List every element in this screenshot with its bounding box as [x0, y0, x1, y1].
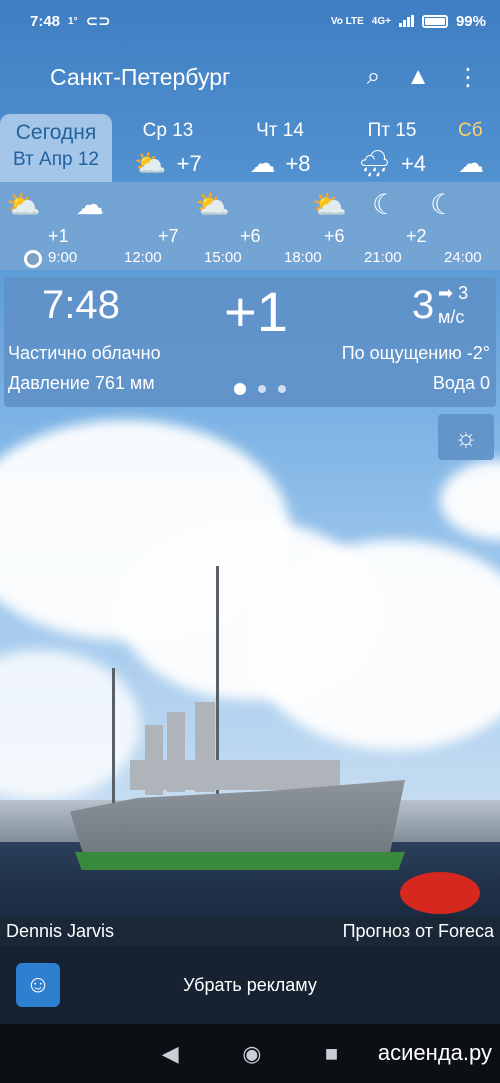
- back-icon[interactable]: ◀: [162, 1041, 179, 1067]
- sun-cloud-icon: ⛅: [312, 189, 347, 220]
- hour-time: 15:00: [204, 249, 242, 266]
- wind-gust: 3: [458, 283, 469, 303]
- app-bar: Санкт-Петербург ⌕ ▲ ⋮: [0, 42, 500, 112]
- rain-cloud-icon: 🌧: [357, 148, 391, 178]
- day-label: Сб: [458, 120, 483, 141]
- today-label: Сегодня: [15, 121, 97, 144]
- hourly-forecast[interactable]: ⛅ ☁ ⛅ ⛅ ☾ ☾ +1 +7 +6 +6 +2 9:00 12:00 15…: [0, 182, 500, 270]
- landscape-icon[interactable]: ▲: [406, 63, 430, 91]
- hour-time: 9:00: [48, 249, 78, 266]
- hour-temp: +1: [48, 226, 69, 246]
- hour-time: 24:00: [444, 249, 482, 266]
- hour-time: 18:00: [284, 249, 322, 266]
- photo-author[interactable]: Dennis Jarvis: [6, 921, 114, 942]
- page-indicator: [234, 383, 286, 395]
- wind-unit: м/с: [438, 307, 465, 327]
- wind-direction: ➡ 3: [438, 283, 468, 304]
- battery-percent: 99%: [455, 12, 486, 30]
- home-icon[interactable]: ◉: [242, 1041, 261, 1067]
- day-temp: +7: [176, 150, 202, 176]
- cloud-shape: [0, 650, 140, 800]
- now-marker: [24, 250, 42, 268]
- network-type: 4G+: [371, 15, 391, 27]
- day-temp: +4: [400, 150, 427, 176]
- current-conditions-card[interactable]: 7:48 +1 3 ➡ 3 м/с Частично облачно По ощ…: [4, 277, 496, 407]
- buoy: [400, 872, 480, 914]
- hour-temp: +6: [240, 226, 261, 246]
- hour-temp: +2: [406, 226, 427, 246]
- day-label: Пт 15: [367, 120, 417, 141]
- pressure-text: Давление 761 мм: [8, 373, 155, 393]
- wind-speed: 3: [412, 283, 435, 327]
- tab-day-fri[interactable]: Пт 15 🌧 +4: [336, 114, 448, 182]
- ship-waterline: [75, 852, 405, 870]
- cloud-icon: ☁: [458, 148, 484, 178]
- days-tabs: Сегодня Вт Апр 12 Ср 13 ⛅ +7 Чт 14 ☁ +8 …: [0, 114, 500, 182]
- more-icon[interactable]: ⋮: [456, 63, 480, 92]
- sun-cloud-icon: ⛅: [6, 189, 41, 220]
- tab-day-sat[interactable]: Сб ☁: [448, 114, 500, 182]
- temp-indicator: 1°: [68, 15, 78, 27]
- hour-temp: +7: [158, 226, 179, 246]
- current-temp: +1: [224, 280, 288, 343]
- hour-time: 21:00: [364, 249, 402, 266]
- tab-day-wed[interactable]: Ср 13 ⛅ +7: [112, 114, 224, 182]
- cloud-shape: [440, 460, 500, 540]
- signal-icon: [398, 15, 414, 27]
- cloud-icon: ☁: [76, 189, 104, 220]
- remove-ads-bar[interactable]: ☺ Убрать рекламу: [0, 946, 500, 1024]
- remove-ads-label[interactable]: Убрать рекламу: [60, 975, 440, 996]
- day-label: Ср 13: [142, 120, 194, 141]
- credits-bar: Dennis Jarvis Прогноз от Foreca: [0, 916, 500, 946]
- cloud-icon: ☁: [249, 148, 276, 178]
- wind-arrow-icon: ➡: [438, 283, 454, 303]
- volte-icon: Vo LTE: [330, 15, 364, 27]
- sun-cloud-icon: ⛅: [195, 189, 230, 220]
- condition-text: Частично облачно: [8, 343, 161, 363]
- current-time: 7:48: [42, 283, 120, 327]
- city-title[interactable]: Санкт-Петербург: [50, 64, 367, 91]
- day-temp: +8: [285, 150, 311, 176]
- weather-animation-icon[interactable]: ☼: [438, 414, 494, 460]
- water-text: Вода 0: [432, 373, 490, 393]
- link-icon: ⊂⊃: [85, 13, 111, 30]
- clock: 7:48: [30, 12, 61, 30]
- moon-cloud-icon: ☾: [372, 189, 398, 220]
- tab-today[interactable]: Сегодня Вт Апр 12: [0, 114, 112, 182]
- forecast-source[interactable]: Прогноз от Foreca: [343, 921, 494, 942]
- recents-icon[interactable]: ■: [325, 1041, 338, 1067]
- today-date: Вт Апр 12: [13, 149, 99, 170]
- feels-like-text: По ощущению -2°: [341, 343, 490, 363]
- ship-deck: [130, 760, 340, 790]
- search-icon[interactable]: ⌕: [367, 63, 380, 91]
- battery-icon: [421, 14, 448, 28]
- ship-mast: [112, 668, 115, 808]
- tab-day-thu[interactable]: Чт 14 ☁ +8: [224, 114, 336, 182]
- hour-temp: +6: [324, 226, 345, 246]
- app-logo-icon: ☺: [16, 963, 60, 1007]
- moon-icon: ☾: [430, 189, 456, 220]
- hour-time: 12:00: [124, 249, 162, 266]
- status-bar: 7:48 1° ⊂⊃ Vo LTE 4G+ 99%: [0, 0, 500, 42]
- day-label: Чт 14: [256, 120, 304, 141]
- watermark: асиенда.ру: [377, 1040, 492, 1065]
- sun-cloud-icon: ⛅: [134, 148, 167, 178]
